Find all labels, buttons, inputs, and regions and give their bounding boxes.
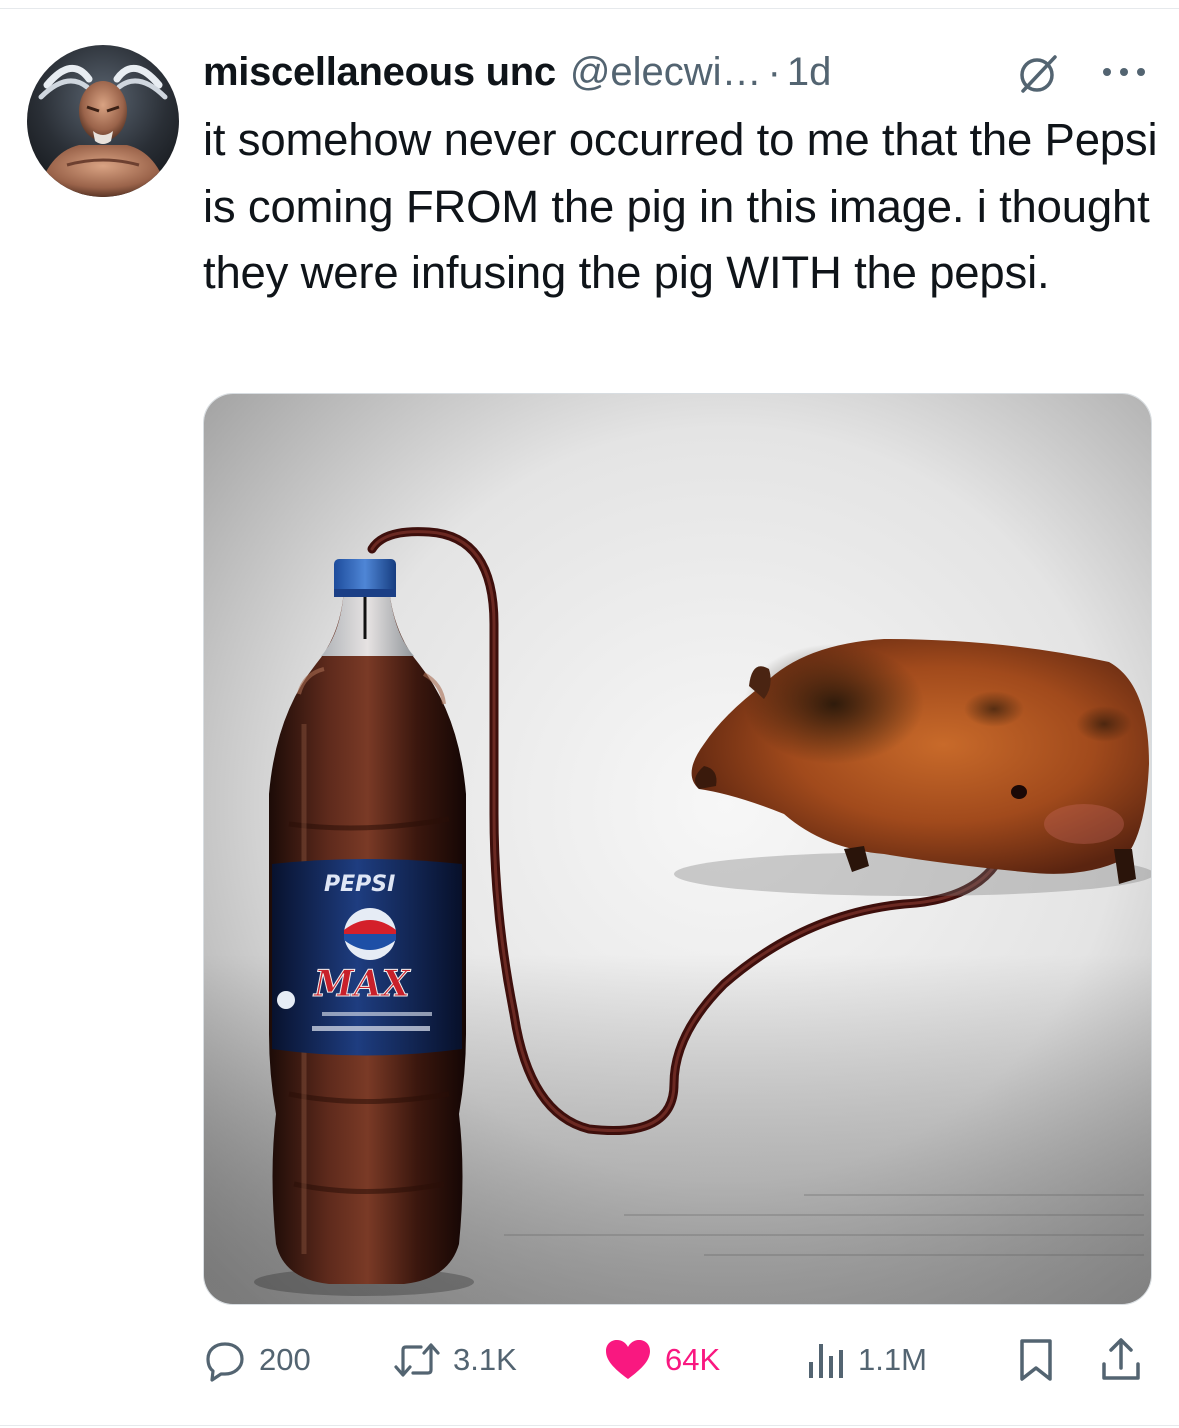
- views-count: 1.1M: [858, 1342, 927, 1377]
- separator-dot: ·: [767, 49, 781, 94]
- bookmark-button[interactable]: [1016, 1334, 1056, 1386]
- tweet-actions: 200 3.1K 64K 1.1M: [203, 1334, 1163, 1386]
- media-image: PEPSI MAX: [204, 394, 1151, 1304]
- slashed-circle-icon: [1020, 55, 1057, 93]
- author-handle[interactable]: @elecwi…: [570, 50, 762, 95]
- share-button[interactable]: [1099, 1334, 1143, 1386]
- heart-icon: [606, 1340, 650, 1379]
- bottom-divider: [0, 1425, 1179, 1426]
- like-button[interactable]: 64K: [603, 1334, 720, 1386]
- avatar-image: [27, 45, 179, 197]
- bookmark-icon: [1020, 1339, 1052, 1381]
- avatar[interactable]: [27, 45, 179, 197]
- author-display-name[interactable]: miscellaneous unc: [203, 50, 556, 95]
- reply-count: 200: [259, 1342, 311, 1377]
- views-button[interactable]: 1.1M: [806, 1334, 927, 1386]
- tweet-text: it somehow never occurred to me that the…: [203, 114, 1158, 298]
- repost-count: 3.1K: [453, 1342, 517, 1377]
- repost-button[interactable]: 3.1K: [393, 1334, 517, 1386]
- like-count: 64K: [665, 1342, 721, 1377]
- repost-icon: [394, 1343, 440, 1377]
- more-options-icon[interactable]: [1100, 62, 1148, 82]
- share-icon: [1102, 1338, 1140, 1380]
- tweet-timestamp[interactable]: 1d: [787, 50, 832, 95]
- bottle-product-text: MAX: [312, 963, 412, 1005]
- bottle-brand-text: PEPSI: [324, 872, 395, 897]
- views-chart-icon: [809, 1344, 843, 1378]
- reply-icon: [206, 1342, 244, 1382]
- top-divider: [0, 8, 1179, 9]
- reply-button[interactable]: 200: [203, 1334, 311, 1386]
- tweet-media[interactable]: PEPSI MAX: [203, 393, 1152, 1305]
